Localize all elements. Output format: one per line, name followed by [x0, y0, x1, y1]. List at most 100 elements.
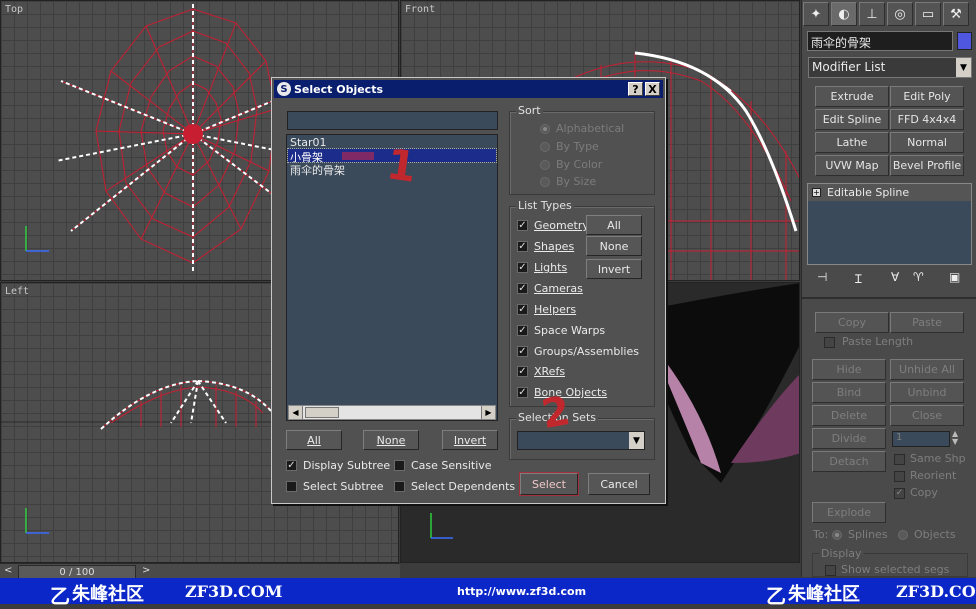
- bind-button[interactable]: Bind: [812, 382, 886, 403]
- footer-logo-right: 朱峰社区: [788, 584, 860, 605]
- hierarchy-tab[interactable]: ⊥: [859, 2, 885, 26]
- list-types-invert-button[interactable]: Invert: [586, 259, 642, 279]
- scroll-thumb[interactable]: [305, 407, 339, 418]
- select-all-button[interactable]: All: [286, 430, 342, 450]
- list-types-all-button[interactable]: All: [586, 215, 642, 235]
- edit-spline-button[interactable]: Edit Spline: [815, 109, 889, 130]
- reorient-checkbox[interactable]: [894, 471, 905, 482]
- create-tab[interactable]: ✦: [803, 2, 829, 26]
- dialog-title-bar[interactable]: S Select Objects ? X: [274, 80, 663, 98]
- explode-button[interactable]: Explode: [812, 502, 886, 523]
- normal-button[interactable]: Normal: [890, 132, 964, 153]
- sort-alphabetical-radio[interactable]: [540, 124, 550, 134]
- make-unique-icon[interactable]: ∀: [891, 270, 899, 284]
- uvw-map-button[interactable]: UVW Map: [815, 155, 889, 176]
- lathe-button[interactable]: Lathe: [815, 132, 889, 153]
- xrefs-checkbox[interactable]: ✓: [517, 366, 528, 377]
- object-name-field[interactable]: 雨伞的骨架: [807, 31, 953, 51]
- select-subtree-label: Select Subtree: [303, 480, 384, 493]
- cancel-button[interactable]: Cancel: [588, 473, 650, 495]
- select-subtree-checkbox[interactable]: [286, 481, 297, 492]
- close-icon[interactable]: X: [645, 82, 660, 96]
- time-slider[interactable]: 0 / 100: [18, 565, 136, 579]
- scroll-left-icon[interactable]: ◀: [289, 406, 303, 419]
- object-search-input[interactable]: [287, 111, 498, 130]
- lights-checkbox[interactable]: ✓: [517, 262, 528, 273]
- paste-button[interactable]: Paste: [890, 312, 964, 333]
- detach-button[interactable]: Detach: [812, 451, 886, 472]
- groups-assemblies-checkbox[interactable]: ✓: [517, 346, 528, 357]
- geometry-checkbox[interactable]: ✓: [517, 220, 528, 231]
- object-list[interactable]: Star01 小骨架 雨伞的骨架 1 ◀ ▶: [286, 134, 498, 421]
- list-types-none-button[interactable]: None: [586, 236, 642, 256]
- scroll-right-icon[interactable]: ▶: [481, 406, 495, 419]
- utilities-tab[interactable]: ⚒: [943, 2, 969, 26]
- copy-button[interactable]: Copy: [815, 312, 889, 333]
- unbind-button[interactable]: Unbind: [890, 382, 964, 403]
- modifier-list-dropdown[interactable]: Modifier List ▼: [808, 57, 972, 78]
- display-group: Display Show selected segs: [812, 547, 968, 577]
- timeline-next-button[interactable]: >: [142, 565, 150, 576]
- stack-item[interactable]: + Editable Spline: [808, 184, 971, 201]
- show-selected-segs-checkbox[interactable]: [825, 565, 836, 576]
- selection-sets-dropdown[interactable]: [517, 431, 645, 450]
- display-subtree-label: Display Subtree: [303, 459, 391, 472]
- bevel-profile-button[interactable]: Bevel Profile: [890, 155, 964, 176]
- timeline-prev-button[interactable]: <: [4, 565, 12, 576]
- command-panel: ✦ ◐ ⊥ ◎ ▭ ⚒ 雨伞的骨架 Modifier List ▼ Extrud…: [801, 0, 976, 577]
- viewport-label: Top: [5, 4, 24, 15]
- shapes-checkbox[interactable]: ✓: [517, 241, 528, 252]
- timeline-bar[interactable]: < 0 / 100 >: [0, 563, 400, 579]
- divide-spinner[interactable]: 1: [892, 431, 950, 447]
- edit-poly-button[interactable]: Edit Poly: [890, 86, 964, 107]
- modify-icon: ◐: [838, 6, 850, 22]
- copy-checkbox[interactable]: ✓: [894, 488, 905, 499]
- display-tab[interactable]: ▭: [915, 2, 941, 26]
- help-icon[interactable]: ?: [628, 82, 643, 96]
- divide-button[interactable]: Divide: [812, 428, 886, 449]
- objects-radio[interactable]: [898, 530, 908, 540]
- bone-objects-checkbox[interactable]: ✓: [517, 387, 528, 398]
- sort-by-color-radio[interactable]: [540, 160, 550, 170]
- delete-button[interactable]: Delete: [812, 405, 886, 426]
- space-warps-checkbox[interactable]: ✓: [517, 325, 528, 336]
- same-shp-checkbox[interactable]: [894, 454, 905, 465]
- close-spline-button[interactable]: Close: [890, 405, 964, 426]
- sort-by-size-radio[interactable]: [540, 177, 550, 187]
- hide-button[interactable]: Hide: [812, 359, 886, 380]
- chevron-down-icon[interactable]: ▼: [956, 58, 971, 77]
- ffd-button[interactable]: FFD 4x4x4: [890, 109, 964, 130]
- objects-label: Objects: [914, 528, 956, 541]
- paste-length-checkbox[interactable]: [824, 337, 835, 348]
- modify-tab[interactable]: ◐: [831, 2, 857, 26]
- configure-sets-icon[interactable]: ▣: [949, 270, 960, 284]
- helpers-checkbox[interactable]: ✓: [517, 304, 528, 315]
- site-footer: 乙 朱峰社区 ZF3D.COM http://www.zf3d.com 乙 朱峰…: [0, 578, 976, 608]
- expand-plus-icon[interactable]: +: [812, 188, 821, 197]
- select-dependents-checkbox[interactable]: [394, 481, 405, 492]
- case-sensitive-checkbox[interactable]: [394, 460, 405, 471]
- horizontal-scrollbar[interactable]: ◀ ▶: [288, 405, 496, 420]
- pin-stack-icon[interactable]: ⊣: [817, 270, 827, 284]
- highlight-marker: [342, 152, 374, 160]
- show-end-result-icon[interactable]: Ɪ: [855, 270, 862, 287]
- display-subtree-checkbox[interactable]: ✓: [286, 460, 297, 471]
- select-invert-button[interactable]: Invert: [442, 430, 498, 450]
- remove-modifier-icon[interactable]: ♈: [913, 270, 924, 284]
- select-button[interactable]: Select: [520, 473, 578, 495]
- chevron-down-icon[interactable]: ▼: [629, 432, 644, 449]
- spinner-arrows-icon[interactable]: ▲ ▼: [952, 430, 958, 446]
- modifier-stack[interactable]: + Editable Spline: [807, 183, 972, 265]
- same-shp-label: Same Shp: [910, 452, 966, 465]
- object-color-swatch[interactable]: [957, 32, 972, 50]
- sort-by-type-radio[interactable]: [540, 142, 550, 152]
- unhide-all-button[interactable]: Unhide All: [890, 359, 964, 380]
- cameras-checkbox[interactable]: ✓: [517, 283, 528, 294]
- extrude-button[interactable]: Extrude: [815, 86, 889, 107]
- paste-length-label: Paste Length: [842, 335, 914, 348]
- splines-radio[interactable]: [832, 530, 842, 540]
- footer-logo-left: 朱峰社区: [72, 584, 144, 605]
- select-none-button[interactable]: None: [363, 430, 419, 450]
- motion-tab[interactable]: ◎: [887, 2, 913, 26]
- footer-url[interactable]: http://www.zf3d.com: [457, 585, 586, 598]
